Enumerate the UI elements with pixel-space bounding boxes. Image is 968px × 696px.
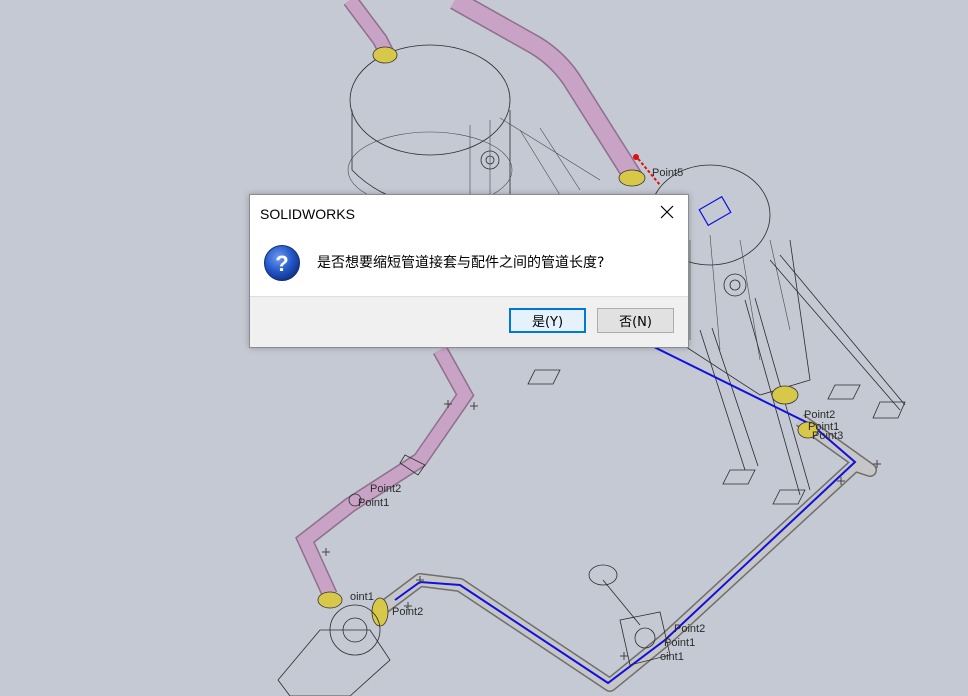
point-label: Point2 (674, 623, 705, 635)
point-label: Point2 (370, 483, 401, 495)
close-icon (660, 205, 674, 219)
yes-button[interactable]: 是(Y) (509, 308, 586, 333)
point-label: Point2 (392, 606, 423, 618)
confirm-dialog: SOLIDWORKS ? 是否想要缩短管道接套与配件之间的管道长度? 是(Y) … (249, 194, 689, 348)
sketch-points (322, 400, 881, 660)
svg-text:?: ? (275, 251, 288, 276)
no-button[interactable]: 否(N) (597, 308, 674, 333)
point-label: Point3 (812, 430, 843, 442)
point-label: Point5 (652, 167, 683, 179)
point-label: Point1 (358, 497, 389, 509)
point-label: Point2 (804, 409, 835, 421)
point-label: oint1 (660, 651, 684, 663)
dialog-title: SOLIDWORKS (260, 206, 355, 222)
piping-assembly-drawing: Point5 Point2 Point1 Point3 Point2 Point… (277, 0, 906, 696)
cad-3d-viewport[interactable]: Point5 Point2 Point1 Point3 Point2 Point… (0, 0, 968, 696)
close-button[interactable] (654, 201, 680, 223)
dialog-message: 是否想要缩短管道接套与配件之间的管道长度? (317, 255, 605, 271)
point-label: oint1 (350, 591, 374, 603)
question-icon: ? (263, 244, 301, 282)
point-label: Point1 (664, 637, 695, 649)
grey-pipe (375, 414, 877, 692)
dialog-button-bar: 是(Y) 否(N) (250, 296, 688, 347)
